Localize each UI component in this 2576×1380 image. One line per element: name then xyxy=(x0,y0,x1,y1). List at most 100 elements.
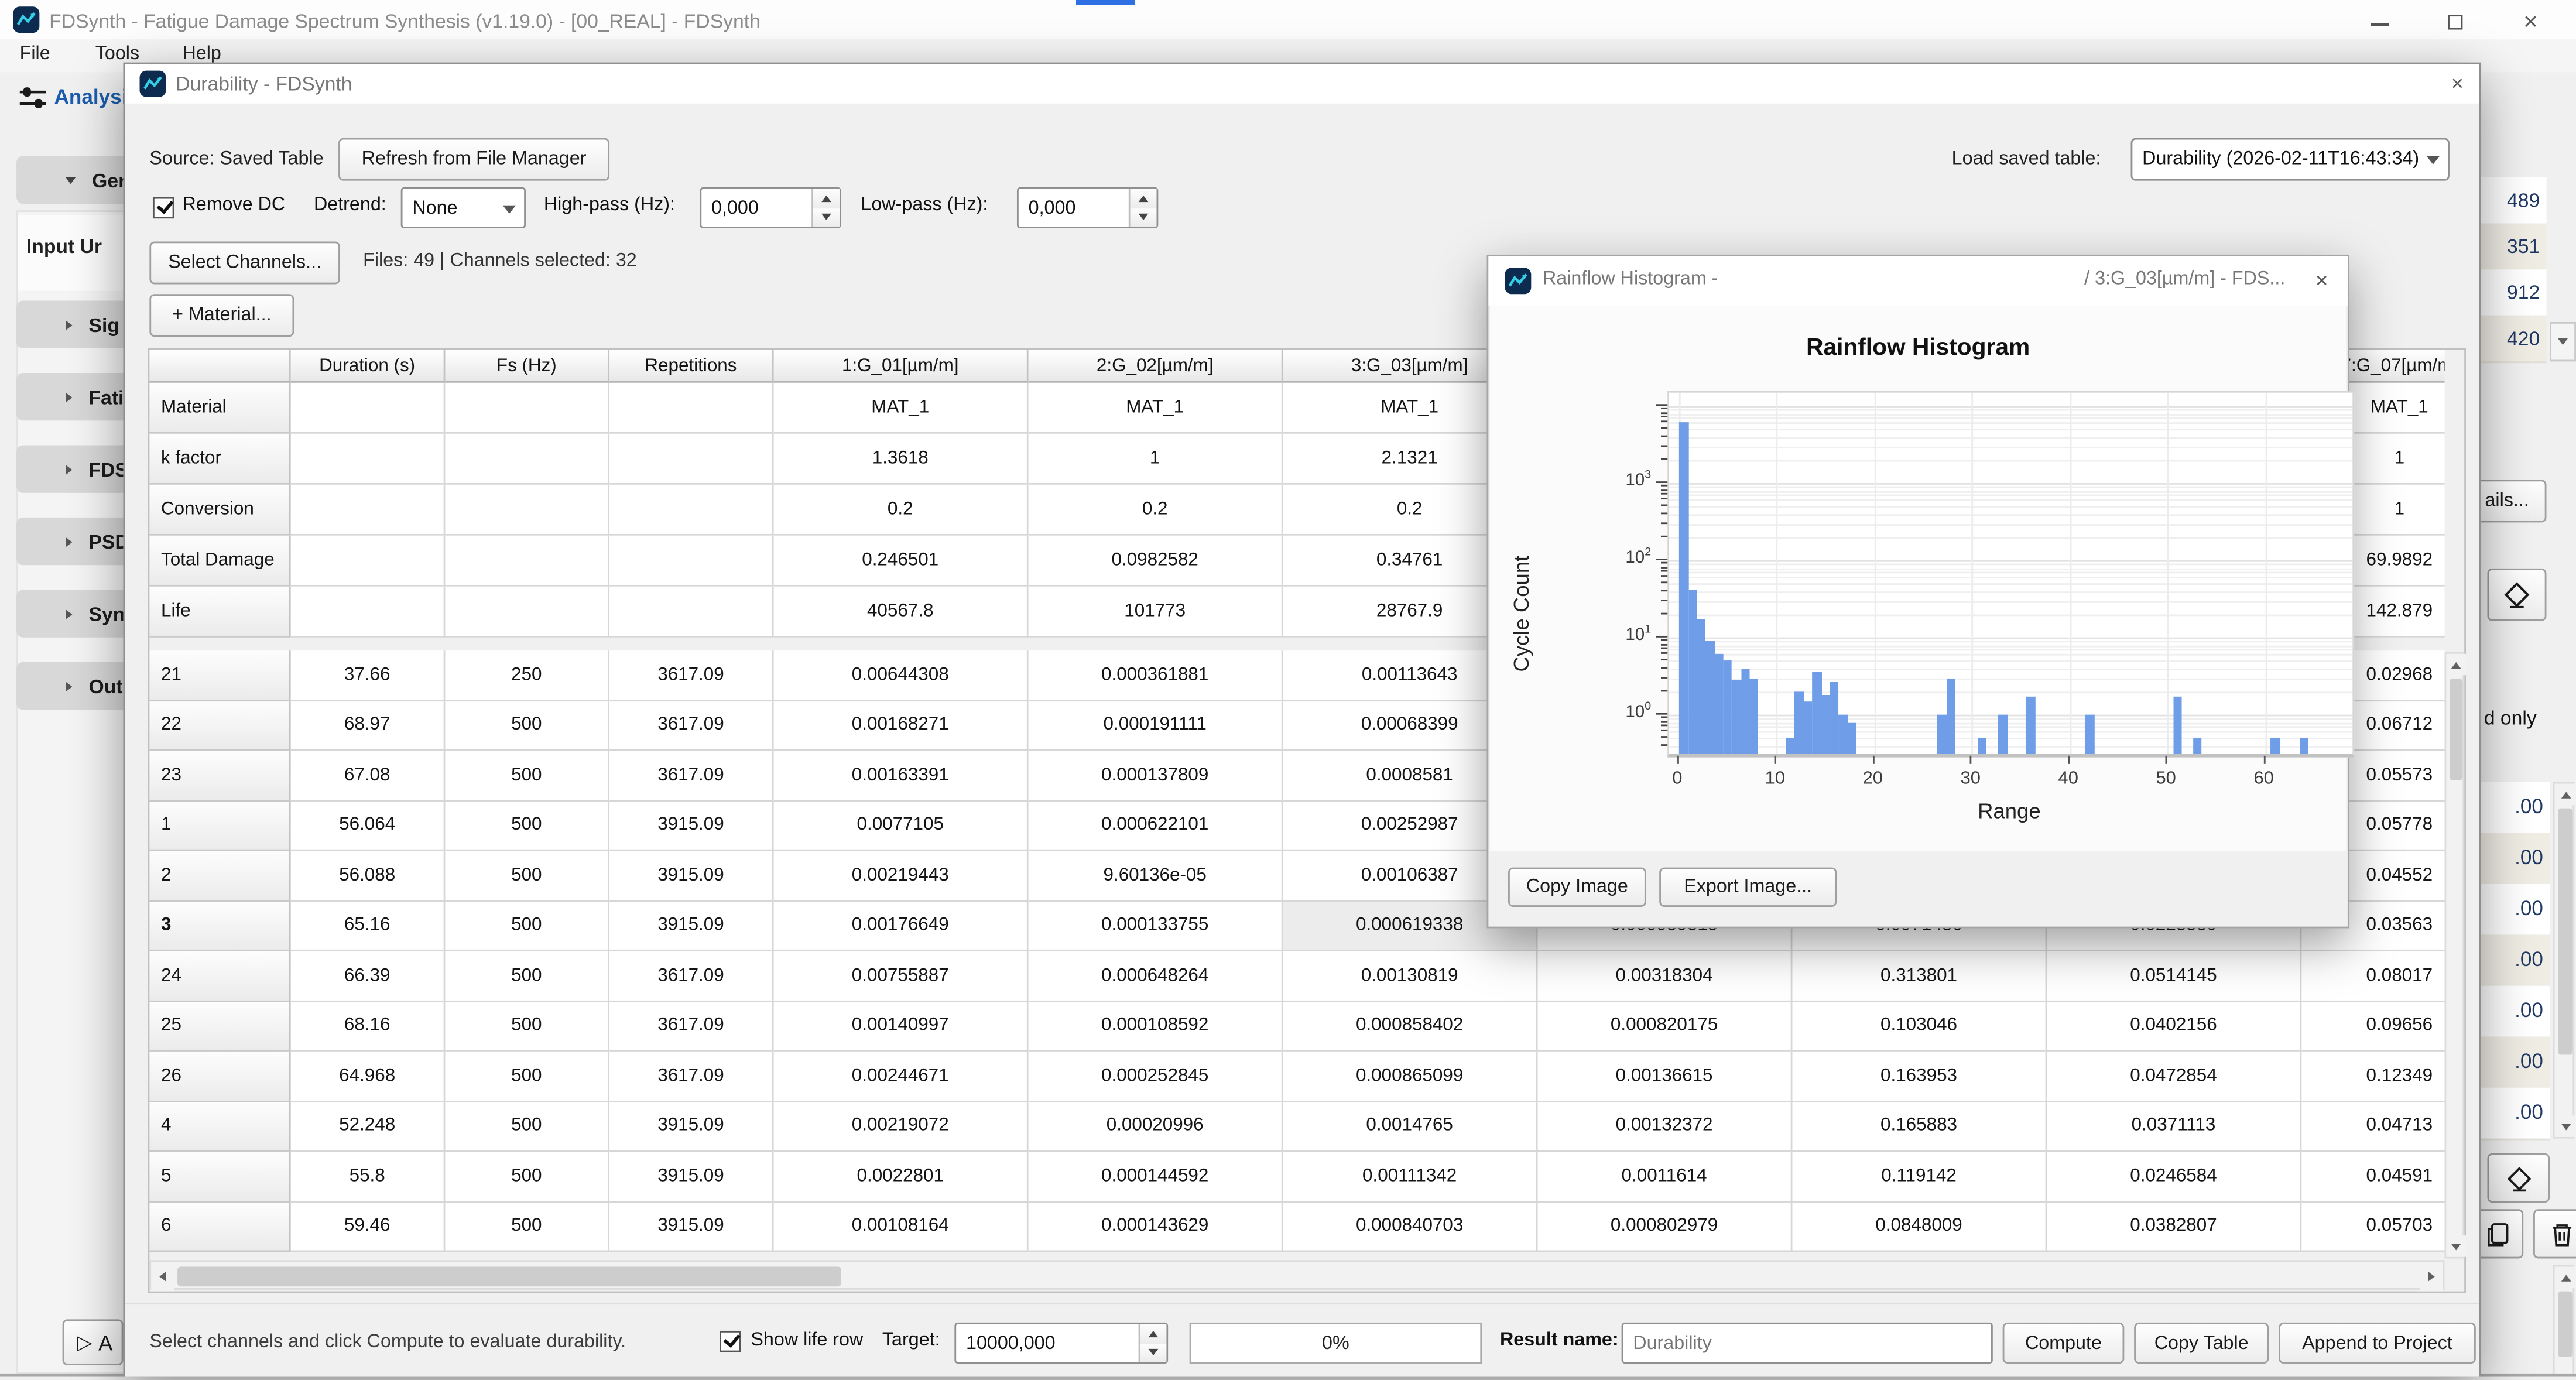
append-to-project-button[interactable]: Append to Project xyxy=(2279,1323,2476,1364)
details-button-partial[interactable]: ails... xyxy=(2481,480,2546,522)
target-input[interactable]: 10000,000 xyxy=(954,1323,1168,1364)
table-cell[interactable]: 59.46 xyxy=(291,1202,446,1252)
table-cell[interactable]: 0.2 xyxy=(774,485,1029,536)
table-cell[interactable]: 0.0246584 xyxy=(2047,1152,2301,1202)
table-cell[interactable] xyxy=(291,536,446,587)
table-cell[interactable] xyxy=(445,383,609,434)
compute-button[interactable]: Compute xyxy=(2003,1323,2125,1364)
column-header[interactable]: Fs (Hz) xyxy=(445,350,609,383)
row-header[interactable]: 5 xyxy=(149,1152,290,1202)
table-cell[interactable]: 0.313801 xyxy=(1792,951,2047,1002)
table-cell[interactable]: 0.000137809 xyxy=(1029,751,1283,801)
maximize-icon[interactable] xyxy=(2448,15,2462,29)
table-cell[interactable] xyxy=(291,434,446,485)
table-cell[interactable]: MAT_1 xyxy=(774,383,1029,434)
table-cell[interactable]: 0.0371113 xyxy=(2047,1102,2301,1152)
refresh-button[interactable]: Refresh from File Manager xyxy=(338,138,609,181)
table-cell[interactable]: 3915.09 xyxy=(609,1102,774,1152)
table-cell[interactable]: 0.00755887 xyxy=(774,951,1029,1002)
row-header[interactable]: Total Damage xyxy=(149,536,290,587)
row-header[interactable]: 3 xyxy=(149,901,290,951)
table-cell[interactable]: 0.165883 xyxy=(1792,1102,2047,1152)
table-cell[interactable]: 0.000820175 xyxy=(1538,1001,1793,1052)
table-cell[interactable] xyxy=(609,587,774,638)
row-header[interactable]: Conversion xyxy=(149,485,290,536)
row-header[interactable]: k factor xyxy=(149,434,290,485)
row-header[interactable]: 2 xyxy=(149,851,290,902)
export-image-button[interactable]: Export Image... xyxy=(1659,868,1837,907)
table-cell[interactable]: 3915.09 xyxy=(609,851,774,902)
table-cell[interactable]: 500 xyxy=(445,801,609,851)
table-cell[interactable] xyxy=(445,434,609,485)
table-cell[interactable]: 65.16 xyxy=(291,901,446,951)
table-cell[interactable]: 500 xyxy=(445,951,609,1002)
row-header[interactable]: 22 xyxy=(149,701,290,751)
table-cell[interactable]: 500 xyxy=(445,851,609,902)
delete-button[interactable] xyxy=(2533,1209,2576,1258)
table-cell[interactable]: 0.04591 xyxy=(2301,1152,2444,1202)
table-cell[interactable]: 0.0022801 xyxy=(774,1152,1029,1202)
table-cell[interactable]: 0.119142 xyxy=(1792,1152,2047,1202)
table-cell[interactable]: 0.00163391 xyxy=(774,751,1029,801)
table-cell[interactable]: 0.000648264 xyxy=(1029,951,1283,1002)
add-material-button[interactable]: + Material... xyxy=(149,294,294,337)
table-cell[interactable]: 0.000840703 xyxy=(1283,1202,1538,1252)
table-cell[interactable]: 0.12349 xyxy=(2301,1052,2444,1102)
load-saved-combobox[interactable]: Durability (2026-02-11T16:43:34) xyxy=(2131,138,2450,181)
table-cell[interactable]: 3617.09 xyxy=(609,751,774,801)
show-life-row-checkbox[interactable] xyxy=(720,1331,741,1352)
table-cell[interactable]: 3915.09 xyxy=(609,1202,774,1252)
copy-button[interactable] xyxy=(2481,1209,2523,1258)
table-cell[interactable]: 0.0077105 xyxy=(774,801,1029,851)
table-cell[interactable]: 3617.09 xyxy=(609,650,774,701)
table-cell[interactable]: 0.000802979 xyxy=(1538,1202,1793,1252)
table-cell[interactable] xyxy=(445,587,609,638)
plot-area[interactable] xyxy=(1667,391,2354,758)
table-cell[interactable]: 0.000108592 xyxy=(1029,1001,1283,1052)
table-cell[interactable] xyxy=(609,434,774,485)
table-cell[interactable]: 52.248 xyxy=(291,1102,446,1152)
table-cell[interactable]: 0.0982582 xyxy=(1029,536,1283,587)
table-cell[interactable]: 500 xyxy=(445,1001,609,1052)
result-name-input[interactable] xyxy=(1622,1323,1993,1364)
dropdown-button[interactable] xyxy=(2550,322,2576,361)
table-cell[interactable]: 3617.09 xyxy=(609,1052,774,1102)
sidebar-item-input-ur[interactable]: Input Ur xyxy=(26,235,102,258)
row-header[interactable]: 4 xyxy=(149,1102,290,1152)
table-cell[interactable]: 0.00111342 xyxy=(1283,1152,1538,1202)
table-cell[interactable]: 0.000143629 xyxy=(1029,1202,1283,1252)
table-cell[interactable]: 0.000865099 xyxy=(1283,1052,1538,1102)
column-header[interactable]: Repetitions xyxy=(609,350,774,383)
table-cell[interactable] xyxy=(445,485,609,536)
row-header[interactable]: 24 xyxy=(149,951,290,1002)
column-header[interactable]: 2:G_02[µm/m] xyxy=(1029,350,1283,383)
row-header[interactable]: 25 xyxy=(149,1001,290,1052)
table-cell[interactable]: 0.0848009 xyxy=(1792,1202,2047,1252)
copy-image-button[interactable]: Copy Image xyxy=(1508,868,1646,907)
table-cell[interactable]: 500 xyxy=(445,1052,609,1102)
histogram-close-icon[interactable]: × xyxy=(2315,268,2328,292)
menu-item-help[interactable]: Help xyxy=(182,44,221,64)
table-cell[interactable]: 0.246501 xyxy=(774,536,1029,587)
table-cell[interactable]: 3915.09 xyxy=(609,901,774,951)
row-header[interactable]: 1 xyxy=(149,801,290,851)
table-cell[interactable]: 56.064 xyxy=(291,801,446,851)
table-cell[interactable]: 0.0011614 xyxy=(1538,1152,1793,1202)
table-cell[interactable] xyxy=(609,485,774,536)
table-cell[interactable]: 0.000133755 xyxy=(1029,901,1283,951)
remove-dc-checkbox[interactable] xyxy=(153,197,174,218)
right-panel-scrollbar[interactable] xyxy=(2553,782,2574,1139)
table-cell[interactable]: 0.2 xyxy=(1029,485,1283,536)
column-header[interactable]: Duration (s) xyxy=(291,350,446,383)
dialog-close-icon[interactable]: × xyxy=(2451,71,2464,95)
table-cell[interactable]: 0.00020996 xyxy=(1029,1102,1283,1152)
horizontal-scrollbar[interactable] xyxy=(149,1260,2444,1290)
table-cell[interactable]: 500 xyxy=(445,1202,609,1252)
row-header[interactable]: Life xyxy=(149,587,290,638)
table-cell[interactable]: 0.00132372 xyxy=(1538,1102,1793,1152)
analyze-button-partial[interactable]: ▷ A xyxy=(63,1319,124,1365)
table-cell[interactable]: 66.39 xyxy=(291,951,446,1002)
table-cell[interactable]: 0.000858402 xyxy=(1283,1001,1538,1052)
table-cell[interactable] xyxy=(445,536,609,587)
table-cell[interactable]: 9.60136e-05 xyxy=(1029,851,1283,902)
